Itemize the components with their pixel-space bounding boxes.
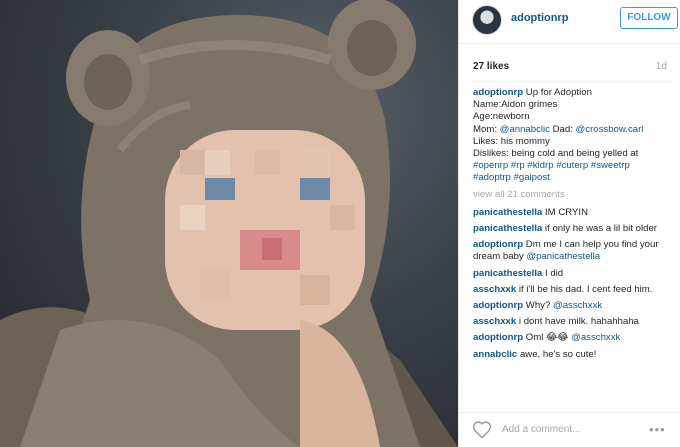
comment: adoptionrp Dm me I can help you find you… [473,239,673,263]
comment: panicathestella if only he was a lil bit… [473,223,673,235]
comment: adoptionrp Why? @asschxxk [473,300,673,312]
comment-mention-link[interactable]: @asschxxk [553,300,602,311]
comment: annabclic awe, he's so cute! [473,349,673,361]
comment-user[interactable]: annabclic [473,349,517,360]
avatar[interactable] [472,5,502,35]
pixelated-face [165,130,365,330]
comment-user[interactable]: adoptionrp [473,332,523,343]
post-photo[interactable] [0,0,458,447]
comment: panicathestella I did [473,268,673,280]
add-comment-input[interactable]: Add a comment... [502,424,580,435]
hashtags-link[interactable]: #adoptrp #gaipost [473,172,673,184]
post-sidebar: adoptionrp FOLLOW 27 likes 1d adoptionrp… [458,0,680,447]
caption-line: Dislikes: being cold and being yelled at [473,148,639,160]
comment: adoptionrp Oml 😂😂 @asschxxk [473,332,673,344]
comment-text: awe, he's so cute! [519,348,597,360]
dad-tag-link[interactable]: @crossbow.carl [576,124,644,135]
likes-count[interactable]: 27 likes [473,61,509,72]
comment-text: IM CRYIN [545,206,588,218]
comment-text: if only he was a lil bit older [545,223,657,235]
comment-user[interactable]: panicathestella [473,223,542,234]
post-header: adoptionrp FOLLOW [459,0,680,44]
hashtags-link[interactable]: #openrp #rp #kidrp #cuterp #sweetrp [473,160,673,172]
comment-text: if i'll be his dad. I cent feed him. [518,283,653,295]
add-comment-bar: Add a comment... ••• [459,412,680,447]
comment-text: Oml 😂😂 [525,332,569,344]
comment: asschxxk i dont have milk. hahahhaha [473,316,673,328]
comment-user[interactable]: asschxxk [473,316,516,327]
comment-user[interactable]: asschxxk [473,284,516,295]
follow-button[interactable]: FOLLOW [620,7,678,29]
comment-mention-link[interactable]: @asschxxk [571,332,620,343]
comments-list: adoptionrp Up for Adoption Name:Aidon gr… [473,87,673,365]
comment: panicathestella IM CRYIN [473,207,673,219]
mom-tag-link[interactable]: @annabclic [500,124,550,135]
comment-text: I did [545,267,564,279]
instagram-post: adoptionrp FOLLOW 27 likes 1d adoptionrp… [0,0,680,447]
comment-user[interactable]: panicathestella [473,207,542,218]
comment-user[interactable]: adoptionrp [473,300,523,311]
dad-label: Dad: [552,123,573,135]
comment-mention-link[interactable]: @panicathestella [526,251,600,262]
divider [473,81,671,82]
caption-line: Name:Aidon grimes [473,99,558,111]
comment-user[interactable]: panicathestella [473,268,542,279]
more-options-icon[interactable]: ••• [649,422,666,437]
view-all-comments-link[interactable]: view all 21 comments [473,189,673,201]
caption-user[interactable]: adoptionrp [473,87,523,98]
caption-parents: Mom: @annabclic Dad: @crossbow.carl [473,124,673,136]
mom-label: Mom: [473,123,497,135]
caption: adoptionrp Up for Adoption Name:Aidon gr… [473,87,673,185]
comment-user[interactable]: adoptionrp [473,239,523,250]
post-time[interactable]: 1d [656,61,667,72]
heart-icon[interactable] [472,420,492,440]
caption-line: Age:newborn [473,111,530,123]
header-username[interactable]: adoptionrp [511,12,568,24]
caption-line: Likes: his mommy [473,135,550,147]
baby-in-bear-hood-image [0,0,458,447]
caption-line: Up for Adoption [525,87,592,98]
comment-text: i dont have milk. hahahhaha [518,316,639,328]
comment: asschxxk if i'll be his dad. I cent feed… [473,284,673,296]
comment-text: Why? [525,300,551,312]
